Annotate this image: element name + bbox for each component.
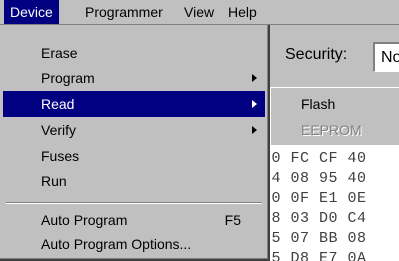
hex-row: F5 D8 E7 0A — [262, 250, 367, 261]
hex-row: F5 07 BB 08 — [262, 230, 367, 247]
menu-item-auto-program-label: Auto Program — [41, 212, 128, 228]
menu-item-erase[interactable]: Erase — [3, 40, 265, 66]
menu-help[interactable]: Help — [222, 0, 263, 24]
menu-item-run[interactable]: Run — [3, 168, 265, 194]
hex-row: F8 03 D0 C4 — [262, 210, 367, 227]
submenu-item-eeprom-label: EEPROM — [301, 122, 362, 138]
submenu-arrow-icon — [252, 126, 257, 134]
security-value: No — [381, 49, 399, 66]
device-menu: Erase Program Read Verify Fuses Run Auto… — [0, 25, 270, 261]
menu-item-erase-label: Erase — [41, 45, 78, 61]
hex-row: 00 0F E1 0E — [262, 190, 367, 207]
menu-device-label: Device — [10, 4, 53, 20]
security-select[interactable]: No — [373, 42, 399, 72]
menu-programmer-label: Programmer — [85, 4, 163, 20]
menu-item-fuses-label: Fuses — [41, 148, 80, 164]
menu-view-label: View — [184, 4, 215, 20]
security-label: Security: — [285, 46, 348, 63]
menu-item-auto-program-options[interactable]: Auto Program Options... — [3, 231, 265, 257]
menu-device[interactable]: Device — [4, 0, 59, 24]
menu-item-run-label: Run — [41, 173, 67, 189]
menu-item-auto-program-options-label: Auto Program Options... — [41, 236, 192, 252]
menu-separator — [6, 202, 262, 204]
hex-row: F4 08 95 40 — [262, 170, 367, 187]
submenu-item-flash-label: Flash — [301, 96, 336, 112]
submenu-arrow-icon — [252, 74, 257, 82]
submenu-arrow-icon — [252, 100, 257, 108]
submenu-item-eeprom: EEPROM — [273, 117, 398, 143]
menu-view[interactable]: View — [178, 0, 220, 24]
menu-help-label: Help — [228, 4, 257, 20]
hex-row: 00 FC CF 40 — [262, 150, 367, 167]
menu-item-read-label: Read — [41, 96, 75, 112]
hex-view[interactable]: 00 FC CF 40 F4 08 95 40 00 0F E1 0E F8 0… — [262, 140, 399, 261]
read-submenu: Flash EEPROM — [270, 87, 399, 145]
shortcut-f5: F5 — [224, 212, 241, 228]
menu-item-read[interactable]: Read — [3, 91, 265, 117]
menu-item-program-label: Program — [41, 70, 95, 86]
submenu-item-flash[interactable]: Flash — [273, 91, 398, 117]
menu-item-verify-label: Verify — [41, 122, 77, 138]
menu-programmer[interactable]: Programmer — [79, 0, 169, 24]
menu-item-verify[interactable]: Verify — [3, 117, 265, 143]
menu-item-auto-program[interactable]: Auto Program F5 — [3, 207, 265, 233]
menu-bar: Device Programmer View Help — [0, 0, 399, 25]
menu-item-program[interactable]: Program — [3, 65, 265, 91]
menu-item-fuses[interactable]: Fuses — [3, 143, 265, 169]
